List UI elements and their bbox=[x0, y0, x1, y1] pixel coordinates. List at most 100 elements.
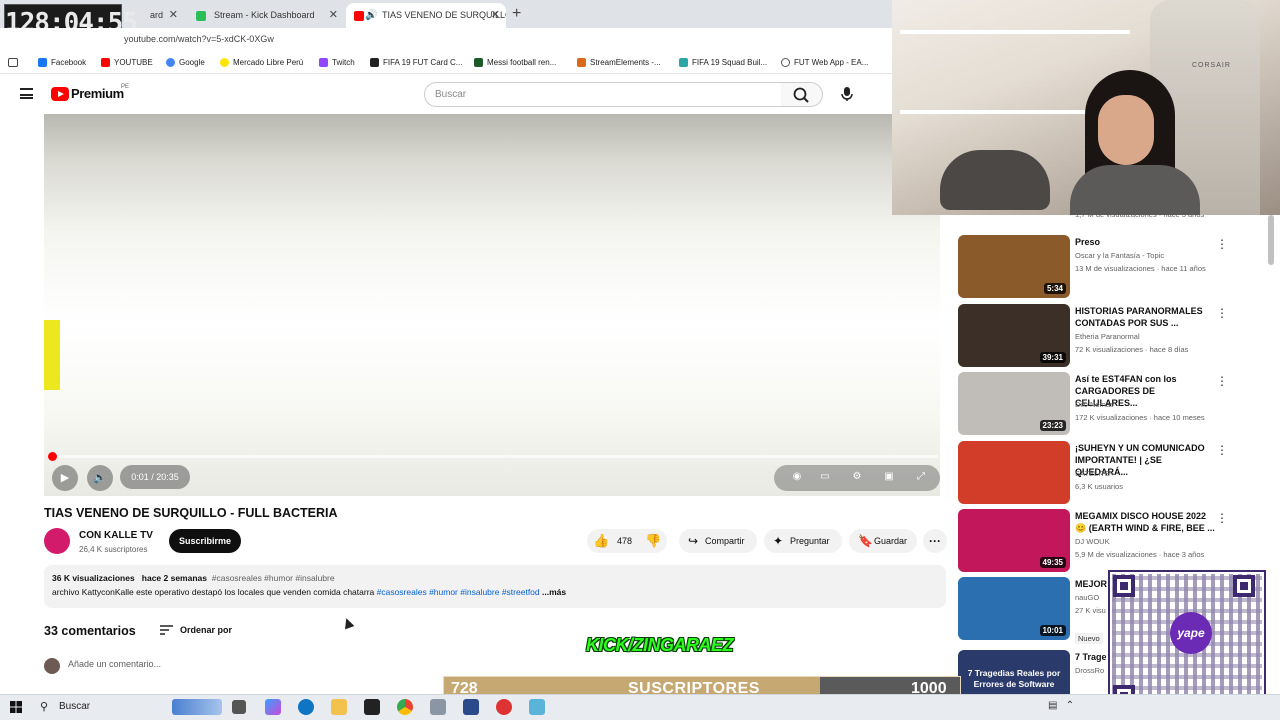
taskbar-widget[interactable] bbox=[172, 699, 222, 715]
region-code: PE bbox=[121, 84, 130, 90]
show-more-link[interactable]: ...más bbox=[542, 587, 566, 597]
copilot-icon[interactable] bbox=[265, 699, 281, 715]
bookmark-fifa-card[interactable]: FIFA 19 FUT Card C... bbox=[370, 58, 462, 67]
sidebar-video-title[interactable]: Preso bbox=[1075, 236, 1215, 248]
dislike-button[interactable]: 👎 bbox=[645, 529, 667, 553]
file-explorer-icon[interactable] bbox=[331, 699, 347, 715]
play-button[interactable]: ▶ bbox=[52, 465, 78, 491]
search-button[interactable] bbox=[781, 82, 823, 107]
bookmark-streamelements[interactable]: StreamElements -... bbox=[577, 58, 661, 67]
sidebar-video-thumbnail[interactable]: 49:35 bbox=[958, 509, 1070, 572]
channel-avatar[interactable] bbox=[44, 528, 70, 554]
progress-bar[interactable] bbox=[52, 455, 938, 458]
sparkle-icon: ✦ bbox=[773, 534, 784, 548]
search-input[interactable]: Buscar bbox=[424, 82, 782, 107]
meta-tags[interactable]: #casosreales #humor #insalubre bbox=[212, 573, 335, 583]
taskbar-search[interactable]: Buscar bbox=[59, 701, 90, 712]
more-vertical-icon[interactable]: ⋮ bbox=[1216, 237, 1228, 251]
sidebar-video-meta: 13 M de visualizaciones · hace 11 años bbox=[1075, 264, 1206, 273]
task-view-icon[interactable] bbox=[232, 700, 246, 714]
video-duration: 23:23 bbox=[1039, 420, 1066, 431]
progress-scrubber[interactable] bbox=[48, 452, 57, 461]
sidebar-video-channel[interactable]: SATÉLITE+ bbox=[1075, 469, 1114, 478]
streamelements-icon bbox=[577, 58, 586, 67]
sort-button[interactable]: Ordenar por bbox=[180, 625, 232, 635]
ask-button[interactable]: ✦ Preguntar bbox=[764, 529, 842, 553]
more-vertical-icon[interactable]: ⋮ bbox=[1216, 511, 1228, 525]
more-actions-button[interactable]: ··· bbox=[923, 529, 947, 553]
bookmark-mercado-libre[interactable]: Mercado Libre Perú bbox=[220, 58, 303, 67]
bookmark-google[interactable]: Google bbox=[166, 58, 205, 67]
close-icon[interactable]: ✕ bbox=[169, 3, 178, 28]
bookmark-messi[interactable]: Messi football ren... bbox=[474, 58, 556, 67]
sidebar-video-channel[interactable]: nauGO bbox=[1075, 593, 1099, 602]
windows-start-icon[interactable] bbox=[10, 701, 22, 713]
close-icon[interactable]: ✕ bbox=[329, 3, 338, 28]
subtitles-icon[interactable]: ▭ bbox=[818, 471, 832, 483]
sidebar-video-channel[interactable]: Dilo Nomas bbox=[1075, 400, 1114, 409]
sidebar-video-thumbnail[interactable]: 10:01 bbox=[958, 577, 1070, 640]
edge-icon[interactable] bbox=[298, 699, 314, 715]
sidebar-video-channel[interactable]: Oscar y la Fantasía - Topic bbox=[1075, 251, 1164, 260]
add-comment-input[interactable]: Añade un comentario... bbox=[68, 659, 161, 669]
bookmark-facebook[interactable]: Facebook bbox=[38, 58, 86, 67]
app-icon[interactable] bbox=[463, 699, 479, 715]
app-icon[interactable] bbox=[364, 699, 380, 715]
channel-name[interactable]: CON KALLE TV bbox=[79, 530, 153, 541]
tab-youtube-video[interactable]: 🔊 TIAS VENENO DE SURQUILLO ✕ bbox=[346, 3, 506, 28]
reading-list-icon[interactable] bbox=[8, 58, 18, 67]
sidebar-video-thumbnail[interactable]: 5:34 bbox=[958, 235, 1070, 298]
share-icon: ↪ bbox=[688, 534, 699, 548]
bookmark-fut-web-app[interactable]: FUT Web App - EA... bbox=[781, 58, 868, 67]
app-icon[interactable] bbox=[529, 699, 545, 715]
video-player[interactable] bbox=[44, 114, 940, 496]
like-button[interactable]: 👍 478 bbox=[587, 529, 637, 553]
app-icon[interactable] bbox=[430, 699, 446, 715]
sidebar-video-channel[interactable]: Etheria Paranormal bbox=[1075, 332, 1140, 341]
system-tray[interactable]: ▤ ⌃ bbox=[1048, 700, 1074, 711]
bookmark-fifa-squad[interactable]: FIFA 19 Squad Buil... bbox=[679, 58, 767, 67]
autoplay-toggle-icon[interactable]: ◉ bbox=[790, 471, 804, 483]
settings-gear-icon[interactable]: ⚙ bbox=[850, 471, 864, 483]
sidebar-video-title[interactable]: HISTORIAS PARANORMALES CONTADAS POR SUS … bbox=[1075, 305, 1215, 329]
search-icon[interactable]: ⚲ bbox=[40, 700, 48, 713]
more-vertical-icon[interactable]: ⋮ bbox=[1216, 374, 1228, 388]
fifa-squad-icon bbox=[679, 58, 688, 67]
description-tags[interactable]: #casosreales #humor #insalubre #streetfo… bbox=[377, 587, 540, 597]
sidebar-video-title[interactable]: MEGAMIX DISCO HOUSE 2022 😊 (EARTH WIND &… bbox=[1075, 510, 1215, 534]
more-vertical-icon[interactable]: ⋮ bbox=[1216, 443, 1228, 457]
sidebar-video-channel[interactable]: DrossRo bbox=[1075, 666, 1104, 675]
save-button[interactable]: 🔖 Guardar bbox=[849, 529, 917, 553]
more-vertical-icon[interactable]: ⋮ bbox=[1216, 306, 1228, 320]
sidebar-video-thumbnail[interactable]: 39:31 bbox=[958, 304, 1070, 367]
sidebar-video-thumbnail[interactable]: 23:23 bbox=[958, 372, 1070, 435]
youtube-logo-icon[interactable] bbox=[51, 87, 69, 101]
user-avatar bbox=[44, 658, 60, 674]
sidebar-video-thumbnail[interactable] bbox=[958, 441, 1070, 504]
bookmark-twitch[interactable]: Twitch bbox=[319, 58, 355, 67]
new-tab-button[interactable]: + bbox=[512, 3, 521, 25]
volume-button[interactable]: 🔈 bbox=[87, 465, 113, 491]
video-duration: 10:01 bbox=[1039, 625, 1066, 636]
qr-finder bbox=[1233, 575, 1255, 597]
fullscreen-icon[interactable]: ⤢ bbox=[914, 471, 928, 483]
chrome-icon[interactable] bbox=[397, 699, 413, 715]
sidebar-video-channel[interactable]: DJ WOUK bbox=[1075, 537, 1110, 546]
voice-search-button[interactable] bbox=[837, 84, 857, 104]
close-icon[interactable]: ✕ bbox=[491, 3, 500, 28]
share-button[interactable]: ↪ Compartir bbox=[679, 529, 757, 553]
tab-kick-dashboard[interactable]: Stream - Kick Dashboard ✕ bbox=[188, 3, 344, 28]
hamburger-menu-icon[interactable] bbox=[20, 88, 33, 99]
app-icon[interactable] bbox=[496, 699, 512, 715]
youtube-premium-brand[interactable]: Premium bbox=[71, 86, 124, 101]
sidebar-video-meta: 6,3 K usuarios bbox=[1075, 482, 1123, 491]
sidebar-video-meta: 5,9 M de visualizaciones · hace 3 años bbox=[1075, 550, 1205, 559]
url-text[interactable]: youtube.com/watch?v=5-xdCK-0XGw bbox=[124, 34, 274, 44]
speaker-icon: 🔊 bbox=[365, 10, 378, 21]
comments-count: 33 comentarios bbox=[44, 624, 136, 638]
bookmark-youtube[interactable]: YOUTUBE bbox=[101, 58, 153, 67]
miniplayer-icon[interactable]: ▣ bbox=[882, 471, 896, 483]
sort-icon[interactable] bbox=[160, 625, 173, 635]
subscribe-button[interactable]: Suscribirme bbox=[169, 529, 241, 553]
scrollbar[interactable] bbox=[1268, 215, 1274, 265]
